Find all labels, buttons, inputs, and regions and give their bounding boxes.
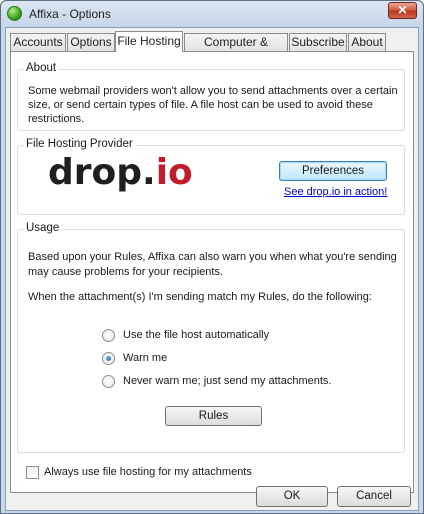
about-group-title: About xyxy=(24,62,59,74)
affixa-app-icon xyxy=(7,6,22,21)
radio-button-selected[interactable] xyxy=(102,352,115,365)
logo-text-accent: io xyxy=(155,152,193,193)
radio-button[interactable] xyxy=(102,329,115,342)
tab-file-hosting[interactable]: File Hosting xyxy=(115,31,183,52)
dropio-logo: drop.io xyxy=(48,152,193,193)
usage-group: Usage Based upon your Rules, Affixa can … xyxy=(17,222,405,453)
provider-group: File Hosting Provider drop.io Preference… xyxy=(17,138,405,215)
options-window: Affixa - Options ✕ Accounts Options File… xyxy=(0,0,424,514)
provider-group-title: File Hosting Provider xyxy=(24,138,135,150)
radio-label: Never warn me; just send my attachments. xyxy=(123,375,332,387)
window-title: Affixa - Options xyxy=(29,7,111,21)
usage-intro-text: Based upon your Rules, Affixa can also w… xyxy=(28,251,397,278)
rules-button[interactable]: Rules xyxy=(165,406,262,426)
usage-group-title: Usage xyxy=(24,222,62,234)
cancel-button[interactable]: Cancel xyxy=(337,486,411,507)
tab-about[interactable]: About xyxy=(348,33,386,52)
usage-instruction-text: When the attachment(s) I'm sending match… xyxy=(28,291,372,303)
tab-computer-internet[interactable]: Computer & Internet xyxy=(184,33,288,66)
logo-text-main: drop. xyxy=(48,152,156,193)
tab-options[interactable]: Options xyxy=(67,33,115,52)
ok-button[interactable]: OK xyxy=(256,486,328,507)
dialog-client-area: Accounts Options File Hosting Computer &… xyxy=(5,27,419,511)
file-hosting-panel: About Some webmail providers won't allow… xyxy=(10,51,414,493)
tab-accounts[interactable]: Accounts xyxy=(10,33,66,52)
preferences-button[interactable]: Preferences xyxy=(279,161,387,181)
about-group: About Some webmail providers won't allow… xyxy=(17,62,405,131)
close-button[interactable]: ✕ xyxy=(388,2,417,19)
tab-subscribe[interactable]: Subscribe xyxy=(289,33,347,52)
title-bar: Affixa - Options ✕ xyxy=(1,1,423,27)
always-use-file-hosting-label: Always use file hosting for my attachmen… xyxy=(44,466,252,478)
radio-button[interactable] xyxy=(102,375,115,388)
radio-label: Use the file host automatically xyxy=(123,329,270,341)
radio-label: Warn me xyxy=(123,352,168,364)
see-dropio-link[interactable]: See drop.io in action! xyxy=(284,186,387,198)
always-use-file-hosting-checkbox[interactable] xyxy=(26,466,39,479)
about-description: Some webmail providers won't allow you t… xyxy=(28,85,398,125)
